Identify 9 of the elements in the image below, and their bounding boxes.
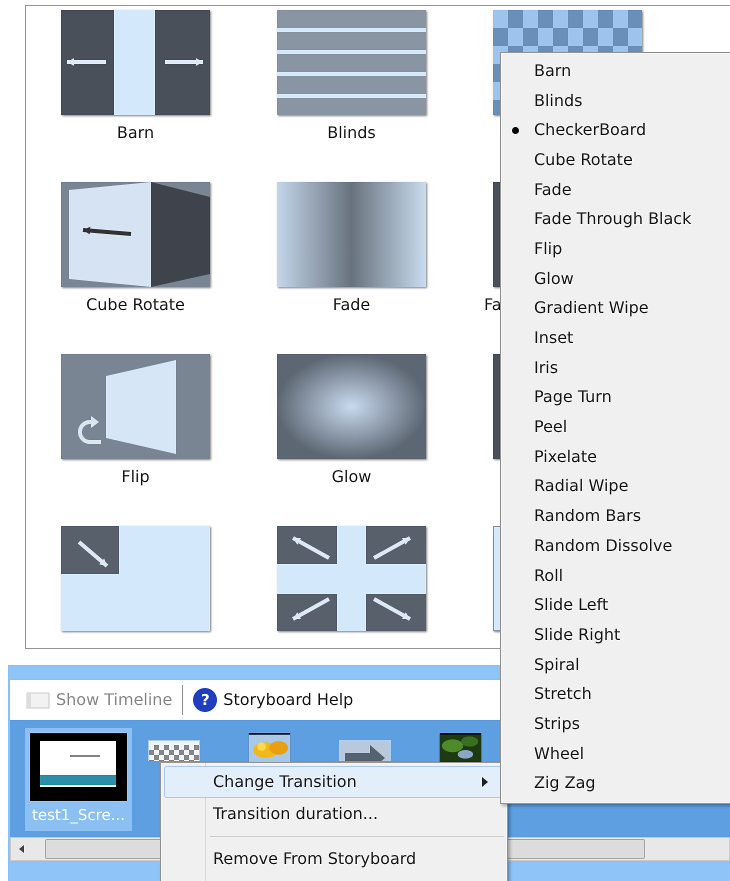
transition-label: Blinds xyxy=(327,123,376,143)
transition-label: Fade xyxy=(332,295,370,315)
transition-label: Flip xyxy=(121,467,150,487)
clip-label: test1_Scre... xyxy=(32,805,125,826)
help-icon: ? xyxy=(193,688,218,712)
transition-label: Fa xyxy=(484,295,502,315)
transition-label: Glow xyxy=(332,467,372,487)
transition-label: Cube Rotate xyxy=(86,295,185,315)
transition-label: Barn xyxy=(116,123,154,143)
